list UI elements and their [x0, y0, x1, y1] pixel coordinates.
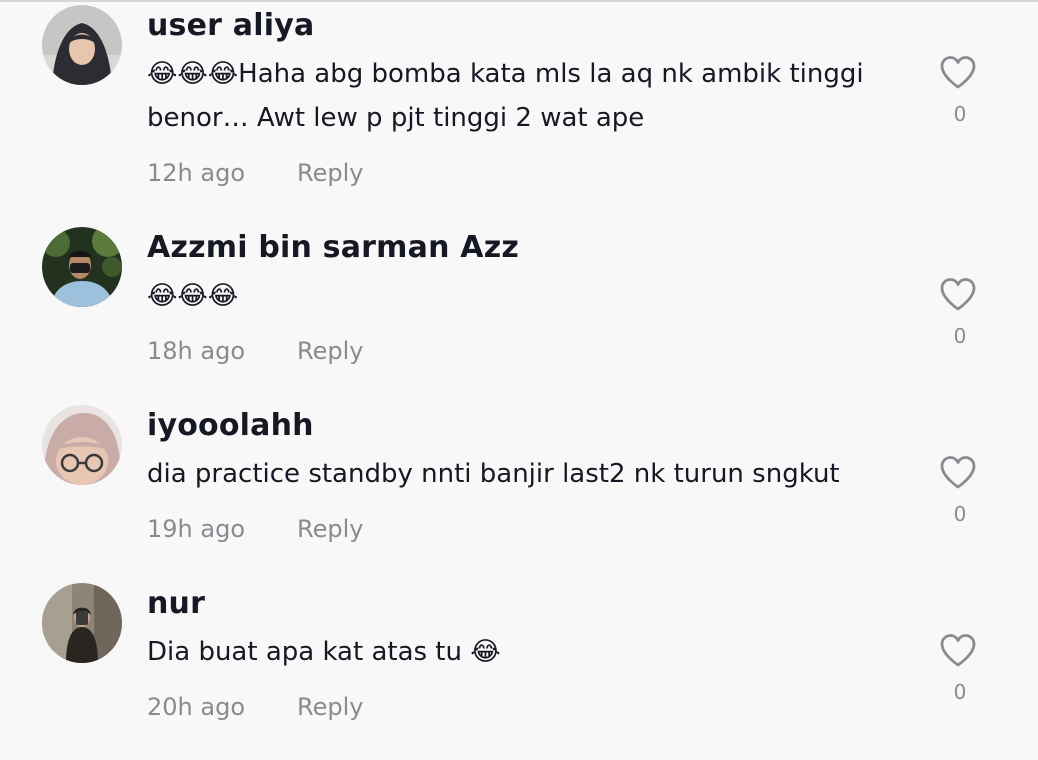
reply-button[interactable]: Reply — [297, 159, 363, 187]
comment-meta: 12h ago Reply — [147, 156, 363, 190]
avatar[interactable] — [42, 583, 122, 663]
comment-timestamp: 20h ago — [147, 693, 246, 721]
comment-timestamp: 18h ago — [147, 337, 246, 365]
heart-outline-icon[interactable] — [938, 54, 978, 90]
like-count: 0 — [953, 324, 967, 348]
avatar[interactable] — [42, 405, 122, 485]
comment-meta: 20h ago Reply — [147, 690, 363, 724]
comment-username[interactable]: Azzmi bin sarman Azz — [147, 224, 519, 272]
avatar[interactable] — [42, 227, 122, 307]
comment-username[interactable]: nur — [147, 580, 205, 628]
avatar[interactable] — [42, 5, 122, 85]
like-control: 0 — [938, 276, 982, 348]
comment-username[interactable]: iyooolahh — [147, 402, 314, 450]
comment-timestamp: 12h ago — [147, 159, 246, 187]
comment-timestamp: 19h ago — [147, 515, 246, 543]
comment-username[interactable]: user aliya — [147, 2, 314, 50]
like-count: 0 — [953, 680, 967, 704]
like-control: 0 — [938, 454, 982, 526]
comment-meta: 18h ago Reply — [147, 334, 363, 368]
like-control: 0 — [938, 632, 982, 704]
reply-button[interactable]: Reply — [297, 693, 363, 721]
like-control: 0 — [938, 54, 982, 126]
like-count: 0 — [953, 102, 967, 126]
heart-outline-icon[interactable] — [938, 276, 978, 312]
comment-text: 😂😂😂Haha abg bomba kata mls la aq nk ambi… — [147, 59, 864, 133]
reply-button[interactable]: Reply — [297, 515, 363, 543]
like-count: 0 — [953, 502, 967, 526]
comment-text: Dia buat apa kat atas tu 😂 — [147, 637, 501, 667]
heart-outline-icon[interactable] — [938, 632, 978, 668]
comment-text: 😂😂😂 — [147, 281, 239, 311]
comment-text: dia practice standby nnti banjir last2 n… — [147, 459, 840, 489]
heart-outline-icon[interactable] — [938, 454, 978, 490]
comment-meta: 19h ago Reply — [147, 512, 363, 546]
reply-button[interactable]: Reply — [297, 337, 363, 365]
